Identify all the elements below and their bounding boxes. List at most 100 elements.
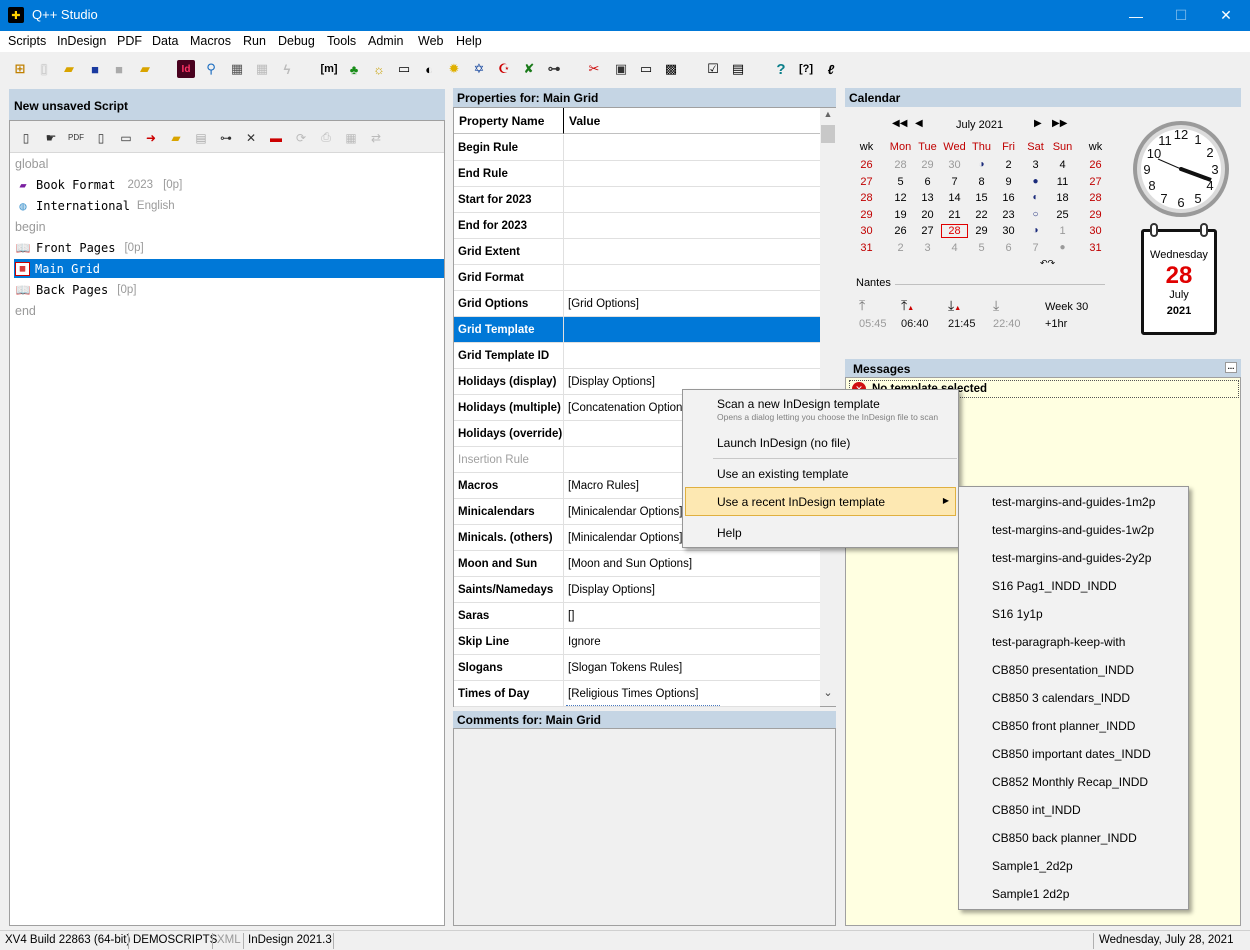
new-item-icon[interactable]: ▯ — [18, 130, 34, 145]
insert-arrow-icon[interactable]: ➜ — [143, 130, 159, 145]
menu-debug[interactable]: Debug — [278, 34, 315, 48]
property-value[interactable]: [] — [566, 603, 820, 629]
tree-item-international[interactable]: ◍ International English — [15, 196, 174, 215]
property-value[interactable] — [566, 239, 820, 265]
moon-phase-icon[interactable]: ○ — [1022, 209, 1049, 220]
close-button[interactable]: ✕ — [1203, 0, 1249, 31]
day-cell[interactable]: 12 — [887, 192, 914, 204]
property-row-saras[interactable]: Saras[] — [454, 603, 820, 629]
menu-pdf[interactable]: PDF — [117, 34, 142, 48]
menu-item-launch-indesign[interactable]: Launch InDesign (no file) — [717, 436, 850, 450]
day-cell[interactable]: 11 — [1049, 176, 1076, 188]
week-number[interactable]: 30 — [853, 225, 880, 237]
recent-template-item[interactable]: test-margins-and-guides-1w2p — [992, 523, 1154, 537]
indesign-icon[interactable]: Id — [177, 60, 195, 78]
property-row-grid-options[interactable]: Grid Options [Grid Options] — [454, 291, 820, 317]
day-cell[interactable]: 28 — [887, 159, 914, 171]
property-row-moon-and-sun[interactable]: Moon and Sun [Moon and Sun Options] — [454, 551, 820, 577]
print-icon[interactable]: ⎙ — [318, 130, 334, 145]
tree-keyword-global[interactable]: global — [15, 154, 48, 173]
pdf-icon[interactable]: PDF — [68, 130, 84, 145]
page-blank-icon[interactable]: ▯ — [93, 130, 109, 145]
menu-data[interactable]: Data — [152, 34, 178, 48]
window-icon[interactable]: ▭ — [118, 130, 134, 145]
recent-template-item[interactable]: S16 1y1p — [992, 607, 1043, 621]
day-cell[interactable]: 29 — [968, 225, 995, 237]
property-value[interactable] — [566, 161, 820, 187]
day-cell[interactable]: 3 — [914, 242, 941, 254]
property-row-end-rule[interactable]: End Rule — [454, 161, 820, 187]
property-value[interactable] — [566, 317, 820, 343]
link-icon[interactable]: ⊶ — [218, 130, 234, 145]
more-button[interactable]: ... — [1225, 362, 1237, 373]
property-row-grid-template-id[interactable]: Grid Template ID — [454, 343, 820, 369]
day-cell[interactable]: 28 — [941, 224, 968, 239]
col-header-name[interactable]: Property Name — [454, 108, 564, 134]
property-row-saints-namedays[interactable]: Saints/Namedays [Display Options] — [454, 577, 820, 603]
property-row-grid-extent[interactable]: Grid Extent — [454, 239, 820, 265]
day-cell[interactable]: 9 — [995, 176, 1022, 188]
moon-phase-icon[interactable]: ● — [1022, 176, 1049, 187]
property-row-grid-format[interactable]: Grid Format — [454, 265, 820, 291]
star-of-david-icon[interactable]: ✡ — [470, 60, 488, 78]
recent-template-item[interactable]: CB850 3 calendars_INDD — [992, 691, 1130, 705]
day-cell[interactable]: 6 — [995, 242, 1022, 254]
maximize-button[interactable]: ☐ — [1158, 0, 1204, 31]
recent-template-item[interactable]: CB850 presentation_INDD — [992, 663, 1134, 677]
menu-admin[interactable]: Admin — [368, 34, 403, 48]
refresh-icon[interactable]: ⟳ — [293, 130, 309, 145]
minimize-button[interactable]: — — [1113, 0, 1159, 31]
data-icon[interactable]: ▦ — [228, 60, 246, 78]
day-cell[interactable]: 22 — [968, 209, 995, 221]
recent-template-item[interactable]: CB850 front planner_INDD — [992, 719, 1135, 733]
week-number[interactable]: 26 — [853, 159, 880, 171]
recent-template-item[interactable]: CB850 int_INDD — [992, 803, 1081, 817]
property-value[interactable]: [Slogan Tokens Rules] — [566, 655, 820, 681]
export-icon[interactable]: ▰ — [136, 60, 154, 78]
new-file-icon[interactable]: ▯ — [35, 60, 53, 78]
tools-icon[interactable]: ✘ — [520, 60, 538, 78]
day-cell[interactable]: 27 — [914, 225, 941, 237]
property-row-slogans[interactable]: Slogans [Slogan Tokens Rules] — [454, 655, 820, 681]
day-cell[interactable]: 30 — [995, 225, 1022, 237]
save-icon[interactable]: ■ — [86, 60, 104, 78]
split-icon[interactable]: ⇄ — [368, 130, 384, 145]
move-icon[interactable]: ▬ — [268, 130, 284, 145]
moon-icon[interactable]: ◐ — [420, 60, 438, 78]
context-help-icon[interactable]: [?] — [797, 60, 815, 78]
comments-panel[interactable] — [453, 728, 836, 926]
day-cell[interactable]: 2 — [995, 159, 1022, 171]
comment-icon[interactable]: ▭ — [637, 60, 655, 78]
next-year-button[interactable]: ▶▶ — [1052, 118, 1067, 129]
property-value[interactable]: [Grid Options] — [566, 291, 820, 317]
day-cell[interactable]: 29 — [914, 159, 941, 171]
recent-template-item[interactable]: test-margins-and-guides-1m2p — [992, 495, 1155, 509]
property-row-skip-line[interactable]: Skip Line Ignore — [454, 629, 820, 655]
moon-phase-icon[interactable]: ◐ — [1022, 192, 1049, 203]
help-icon[interactable]: ? — [772, 60, 790, 78]
grid-icon[interactable]: ▦ — [343, 130, 359, 145]
day-cell[interactable]: 5 — [887, 176, 914, 188]
property-value[interactable] — [566, 265, 820, 291]
lightning-icon[interactable]: ϟ — [278, 60, 296, 78]
prev-year-button[interactable]: ◀◀ — [892, 118, 907, 129]
day-cell[interactable]: 4 — [941, 242, 968, 254]
day-cell[interactable]: 14 — [941, 192, 968, 204]
copy-icon[interactable]: ▰ — [168, 130, 184, 145]
col-header-value[interactable]: Value — [564, 108, 820, 134]
property-value[interactable] — [566, 187, 820, 213]
point-icon[interactable]: ☛ — [43, 130, 59, 145]
convert-icon[interactable]: ✂ — [585, 60, 603, 78]
day-cell[interactable]: 7 — [941, 176, 968, 188]
tree-keyword-begin[interactable]: begin — [15, 217, 46, 236]
prev-month-button[interactable]: ◀ — [915, 118, 923, 129]
checklist-icon[interactable]: ☑ — [704, 60, 722, 78]
page-icon[interactable]: ▣ — [612, 60, 630, 78]
recent-template-item[interactable]: S16 Pag1_INDD_INDD — [992, 579, 1117, 593]
tree-item-main-grid[interactable]: ▦ Main Grid — [14, 259, 444, 278]
menu-item-scan-template[interactable]: Scan a new InDesign template — [717, 397, 880, 411]
week-number[interactable]: 29 — [853, 209, 880, 221]
return-today-icon[interactable]: ↶↷ — [1040, 258, 1055, 269]
property-value[interactable] — [566, 343, 820, 369]
speech-icon[interactable]: ▭ — [395, 60, 413, 78]
